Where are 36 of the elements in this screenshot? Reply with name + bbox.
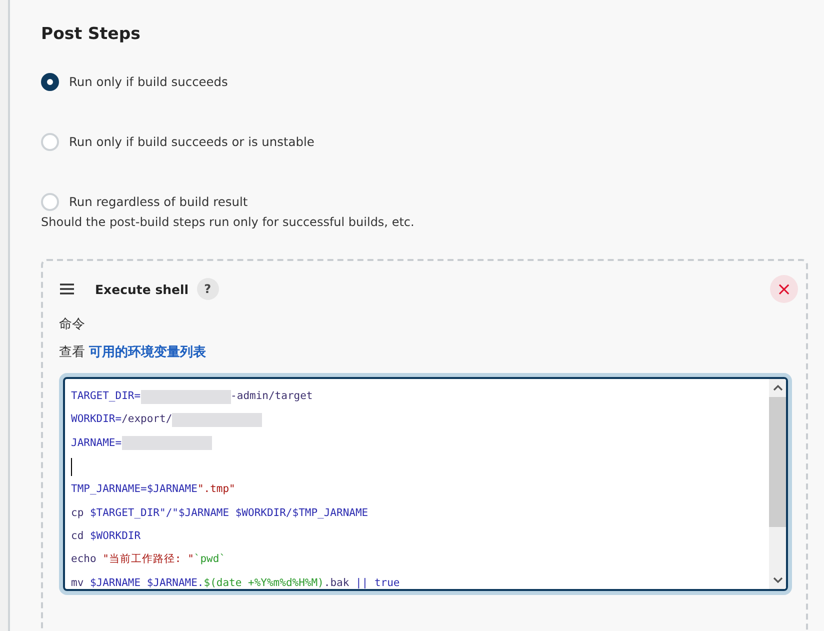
- drag-handle-icon[interactable]: [59, 283, 75, 295]
- code-text: cd: [71, 528, 85, 544]
- code-text: ".tmp": [197, 482, 236, 498]
- code-text: "当前工作路径: ": [102, 552, 194, 568]
- code-text: TMP_JARNAME=$JARNAME: [71, 482, 198, 498]
- code-text: $(date +%Y%m%d%H%M): [204, 576, 324, 589]
- scroll-up-icon[interactable]: [772, 384, 782, 392]
- env-link[interactable]: 可用的环境变量列表: [89, 343, 206, 361]
- code-text: cp: [71, 506, 85, 521]
- scrollbar[interactable]: [769, 379, 786, 589]
- code-text: mv: [71, 576, 85, 589]
- env-prefix: 查看: [59, 344, 85, 361]
- step-title: Execute shell: [95, 282, 189, 296]
- code-text: || true: [355, 576, 400, 589]
- code-text: .bak: [324, 576, 350, 589]
- scroll-down-icon[interactable]: [772, 576, 782, 584]
- code-text: $JARNAME $JARNAME.: [90, 576, 204, 589]
- help-button[interactable]: ?: [196, 278, 219, 300]
- radio-label[interactable]: Run only if build succeeds: [69, 75, 228, 89]
- close-button[interactable]: ×: [770, 275, 798, 303]
- code-text: WORKDIR=: [71, 412, 122, 428]
- help-text: Should the post-build steps run only for successful builds, etc.: [41, 215, 416, 229]
- section-title: Post Steps: [41, 24, 142, 43]
- code-text: $WORKDIR: [90, 528, 141, 544]
- radio-label[interactable]: Run only if build succeeds or is unstable: [69, 135, 314, 149]
- radio-button[interactable]: [41, 73, 59, 91]
- radio-label[interactable]: Run regardless of build result: [69, 195, 248, 209]
- code-text: -admin/target: [230, 389, 313, 404]
- code-text: $TARGET_DIR"/"$JARNAME $WORKDIR/$TMP_JARNAME: [90, 506, 368, 521]
- code-text: /export/: [122, 412, 172, 428]
- code-editor[interactable]: [63, 377, 788, 591]
- field-label: 命令: [59, 316, 86, 333]
- code-text: JARNAME=: [71, 436, 122, 451]
- code-text: `pwd`: [194, 552, 226, 568]
- code-text: TARGET_DIR=: [71, 389, 141, 404]
- code-text: echo: [71, 552, 98, 568]
